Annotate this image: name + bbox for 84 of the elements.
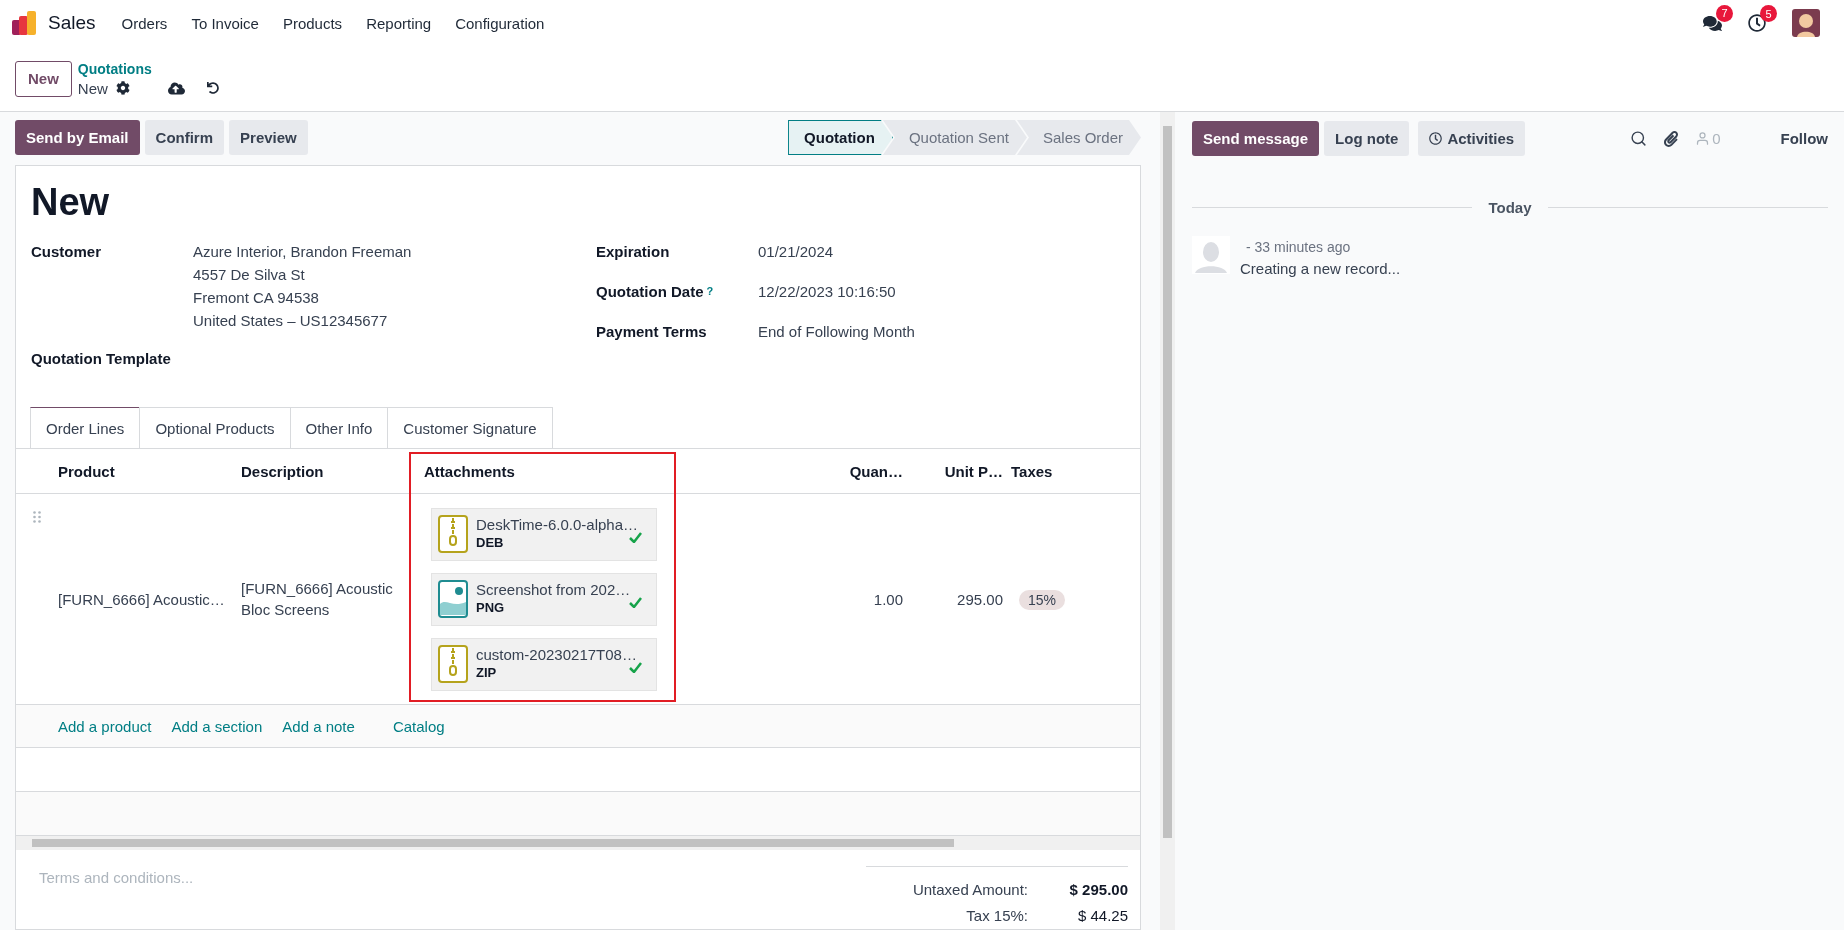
column-header[interactable]: Taxes bbox=[1011, 462, 1141, 480]
attachment-name: custom-20230217T08… bbox=[476, 646, 637, 664]
chatter-button[interactable]: Log note bbox=[1324, 121, 1410, 156]
chat-icon[interactable] bbox=[1703, 13, 1722, 33]
breadcrumb-link[interactable]: Quotations bbox=[77, 59, 219, 79]
tax-tag: 15% bbox=[1019, 589, 1066, 610]
column-header[interactable]: Quan… bbox=[676, 462, 911, 480]
column-header[interactable]: Product bbox=[58, 462, 241, 480]
field-label: Payment Terms bbox=[596, 322, 708, 342]
settings-icon[interactable] bbox=[115, 81, 130, 95]
search-icon[interactable] bbox=[1630, 130, 1648, 147]
menu-item[interactable]: Orders bbox=[121, 14, 168, 32]
address-line: United States – US12345677 bbox=[193, 311, 389, 331]
status-step[interactable]: Sales Order bbox=[1016, 120, 1141, 155]
field-label: Quotation Date $^{?}$ bbox=[596, 280, 758, 303]
table-cell-text: 1.00 bbox=[872, 589, 904, 610]
field-value[interactable]: 12/22/2023 10:16:50 bbox=[758, 280, 1125, 303]
app-logo[interactable] bbox=[12, 10, 38, 36]
avatar-icon bbox=[1192, 236, 1230, 274]
address-line: Azure Interior, Brandon Freeman bbox=[193, 242, 413, 262]
address-line: Fremont CA 94538 bbox=[193, 288, 320, 308]
field-value[interactable]: End of Following Month bbox=[758, 320, 1125, 343]
image-file-icon bbox=[438, 580, 468, 618]
add-line-link[interactable]: Add a note bbox=[282, 717, 355, 735]
user-avatar[interactable] bbox=[1792, 9, 1820, 37]
attachment-name: Screenshot from 202… bbox=[476, 581, 631, 599]
follow-button[interactable]: Follow bbox=[1780, 130, 1828, 147]
column-header[interactable]: Description bbox=[241, 462, 409, 480]
status-step[interactable]: Quotation bbox=[788, 120, 893, 155]
new-button[interactable]: New bbox=[15, 60, 72, 97]
attachment-name: DeskTime-6.0.0-alpha… bbox=[476, 516, 638, 534]
add-line-link[interactable]: Add a section bbox=[171, 717, 263, 735]
zip-file-icon bbox=[438, 645, 468, 683]
attachment-type: PNG bbox=[476, 599, 506, 617]
drag-handle-icon[interactable] bbox=[33, 511, 41, 523]
field-value[interactable]: 01/21/2024 bbox=[758, 240, 1125, 263]
table-cell-text: [FURN_6666] Acoustic… bbox=[58, 589, 226, 610]
total-value: $ 44.25 bbox=[1076, 906, 1128, 926]
menu-item[interactable]: Configuration bbox=[455, 14, 545, 32]
attachment-type: DEB bbox=[476, 534, 505, 552]
address-line: 4557 De Silva St bbox=[193, 265, 306, 285]
message-body: Creating a new record... bbox=[1240, 259, 1401, 279]
total-label: Tax 15%: bbox=[965, 906, 1028, 926]
record-title: New bbox=[31, 180, 111, 224]
tab[interactable]: Customer Signature bbox=[387, 407, 553, 449]
activity-count-badge: 5 bbox=[1760, 5, 1777, 22]
column-header[interactable]: Unit P… bbox=[911, 462, 1011, 480]
table-cell-text: [FURN_6666] Acoustic Bloc Screens bbox=[241, 579, 394, 620]
help-tooltip[interactable]: ? bbox=[706, 280, 714, 303]
app-name[interactable]: Sales bbox=[48, 12, 96, 34]
undo-icon[interactable] bbox=[206, 82, 219, 94]
date-separator: Today bbox=[1488, 199, 1532, 216]
column-header[interactable]: Attachments bbox=[409, 462, 676, 480]
vertical-scrollbar[interactable] bbox=[1160, 112, 1175, 930]
action-button[interactable]: Send by Email bbox=[15, 120, 140, 155]
tab[interactable]: Order Lines bbox=[30, 407, 141, 449]
status-step[interactable]: Quotation Sent bbox=[882, 120, 1027, 155]
clock-icon[interactable] bbox=[1748, 14, 1766, 32]
action-button[interactable]: Confirm bbox=[144, 120, 225, 155]
menu-item[interactable]: Products bbox=[282, 14, 343, 32]
field-label: Expiration bbox=[596, 242, 671, 262]
chatter-button[interactable]: Activities bbox=[1418, 121, 1526, 156]
menu-item[interactable]: Reporting bbox=[366, 14, 432, 32]
menu-item[interactable]: To Invoice bbox=[191, 14, 259, 32]
attachment-card[interactable]: DeskTime-6.0.0-alpha… DEB bbox=[431, 507, 657, 561]
action-button[interactable]: Preview bbox=[229, 120, 308, 155]
paperclip-icon[interactable] bbox=[1663, 130, 1680, 147]
add-line-link[interactable]: Catalog bbox=[392, 717, 445, 735]
attachment-card[interactable]: Screenshot from 202… PNG bbox=[431, 572, 657, 626]
field-label: Quotation Template bbox=[31, 349, 172, 369]
message-time: - 33 minutes ago bbox=[1246, 238, 1352, 257]
total-value: $ 295.00 bbox=[1068, 880, 1128, 900]
attachment-type: ZIP bbox=[476, 664, 498, 682]
field-label: Customer bbox=[31, 242, 102, 262]
add-line-link[interactable]: Add a product bbox=[58, 717, 152, 735]
horizontal-scrollbar[interactable] bbox=[16, 836, 1140, 850]
clock-icon bbox=[1429, 132, 1443, 145]
attachment-card[interactable]: custom-20230217T08… ZIP bbox=[431, 637, 657, 691]
zip-file-icon bbox=[438, 515, 468, 553]
table-cell-text: 295.00 bbox=[956, 589, 1004, 610]
message-count-badge: 7 bbox=[1716, 4, 1733, 22]
record-name: New bbox=[77, 78, 108, 98]
total-label: Untaxed Amount: bbox=[911, 880, 1028, 900]
chatter-button[interactable]: Send message bbox=[1192, 121, 1320, 156]
